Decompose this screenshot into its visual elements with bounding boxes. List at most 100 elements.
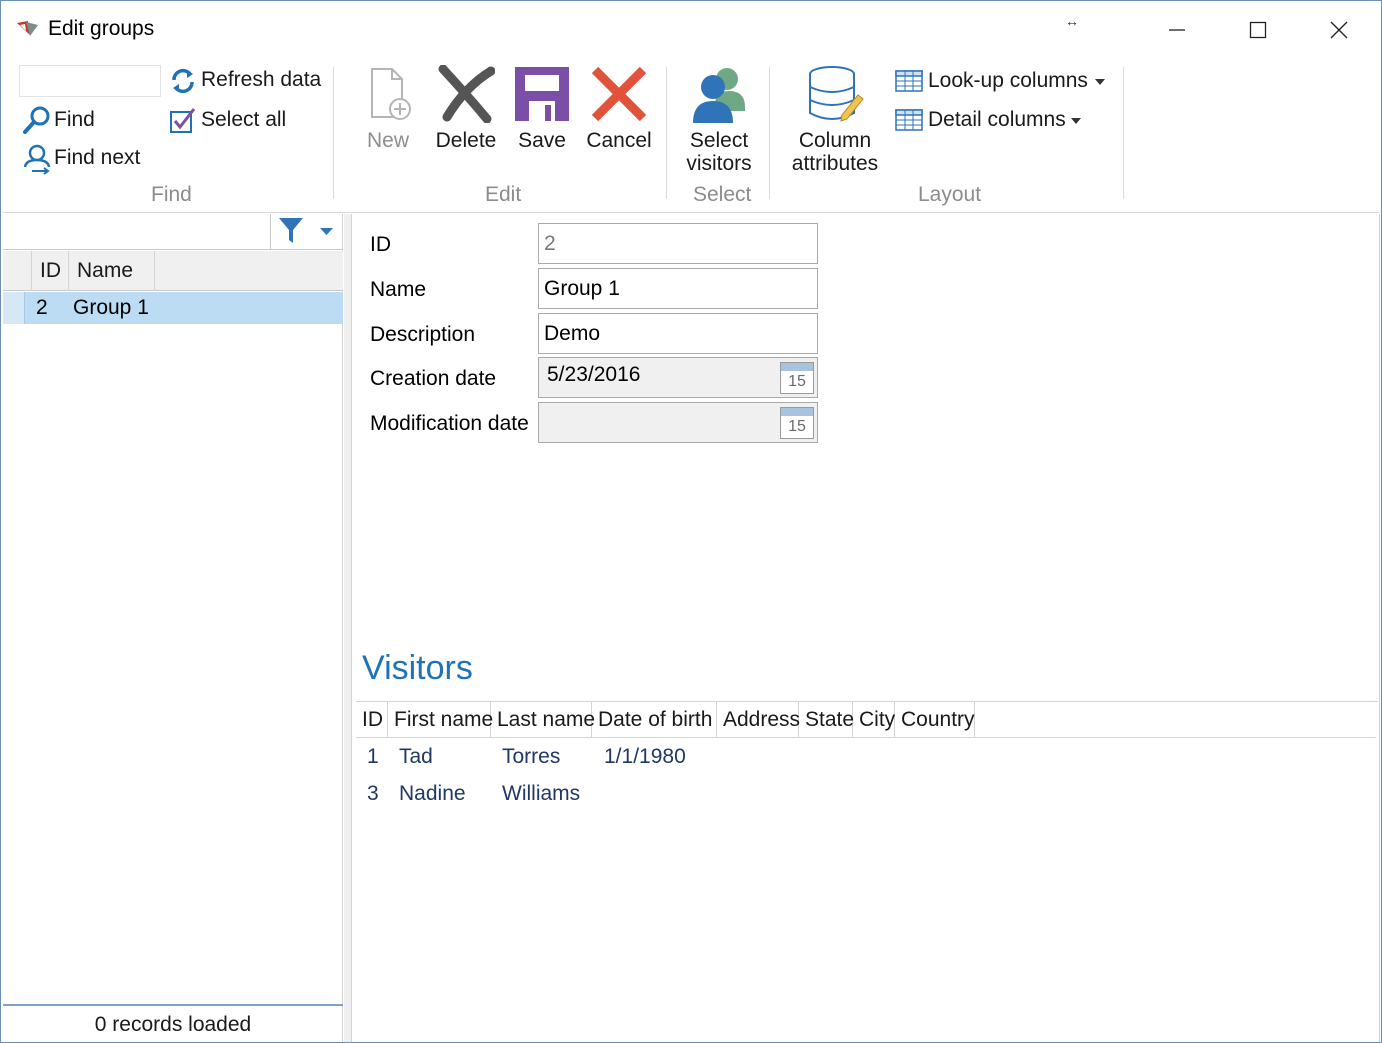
visitor-last-name: Torres: [502, 745, 561, 768]
visitors-section-title: Visitors: [362, 649, 473, 687]
find-label: Find: [54, 108, 95, 131]
close-button[interactable]: [1299, 9, 1379, 51]
minimize-button[interactable]: [1137, 9, 1217, 51]
ribbon-separator: [1123, 67, 1124, 199]
ribbon-toolbar: Refresh data Find Select all Find next F…: [3, 57, 1379, 213]
table-row[interactable]: 1 Tad Torres 1/1/1980: [356, 740, 1376, 774]
table-icon: [895, 109, 923, 131]
calendar-icon[interactable]: 15: [780, 407, 814, 439]
column-header-country[interactable]: Country: [895, 702, 975, 738]
groups-grid-header: ID Name: [3, 251, 343, 291]
layout-group-label: Layout: [918, 183, 982, 206]
description-field[interactable]: [538, 313, 818, 354]
select-all-label: Select all: [201, 108, 287, 131]
creation-date-value: 5/23/2016: [547, 363, 641, 386]
maximize-button[interactable]: [1218, 9, 1298, 51]
creation-date-label: Creation date: [370, 367, 497, 390]
find-next-label: Find next: [54, 146, 141, 169]
row-id: 2: [36, 296, 48, 319]
table-row[interactable]: 2 Group 1: [3, 292, 343, 324]
delete-button[interactable]: Delete: [431, 65, 501, 155]
find-search-input[interactable]: [19, 65, 161, 97]
lookup-columns-dropdown[interactable]: Look-up columns: [895, 65, 1111, 97]
chevron-down-icon: [320, 228, 333, 235]
table-row[interactable]: 3 Nadine Williams: [356, 777, 1376, 811]
app-logo-icon: [16, 19, 42, 44]
records-status: 0 records loaded: [3, 1004, 343, 1042]
select-all-button[interactable]: Select all: [167, 103, 307, 135]
filter-row: [3, 214, 343, 250]
floppy-disk-icon: [515, 67, 569, 121]
lookup-columns-label: Look-up columns: [928, 69, 1088, 92]
visitor-last-name: Williams: [502, 782, 581, 805]
cancel-x-icon: [591, 66, 647, 122]
checkbox-icon: [170, 108, 196, 133]
visitor-first-name: Tad: [399, 745, 433, 768]
column-header-address[interactable]: Address: [717, 702, 800, 738]
close-icon: [1330, 21, 1348, 39]
refresh-data-label: Refresh data: [201, 68, 322, 91]
new-document-icon: [371, 68, 411, 120]
detail-columns-dropdown[interactable]: Detail columns: [895, 104, 1091, 136]
cancel-label: Cancel: [586, 129, 652, 152]
visitor-first-name: Nadine: [399, 782, 466, 805]
modification-date-label: Modification date: [370, 412, 529, 435]
column-attributes-button[interactable]: Column attributes: [787, 65, 883, 175]
column-header-first-name[interactable]: First name: [388, 702, 493, 738]
calendar-icon[interactable]: 15: [780, 362, 814, 394]
find-next-icon: [23, 144, 51, 175]
chevron-down-icon: [1071, 118, 1081, 124]
creation-date-field[interactable]: 5/23/2016 15: [538, 357, 818, 398]
ribbon-separator: [666, 67, 667, 199]
visitors-grid-header: ID First name Last name Date of birth Ad…: [356, 702, 1376, 738]
visitor-id: 3: [367, 782, 379, 805]
id-field[interactable]: [538, 223, 818, 264]
delete-x-icon: [438, 65, 495, 123]
save-label: Save: [518, 129, 566, 152]
column-header-id[interactable]: ID: [32, 251, 69, 291]
visitor-id: 1: [367, 745, 379, 768]
filter-dropdown-button[interactable]: [310, 214, 343, 249]
resize-arrows-icon: ↔: [1065, 13, 1079, 29]
minimize-icon: [1169, 29, 1185, 31]
find-button[interactable]: Find: [21, 103, 121, 135]
maximize-icon: [1249, 21, 1267, 39]
column-header-date-of-birth[interactable]: Date of birth: [592, 702, 717, 738]
select-visitors-label-line1: Select: [689, 129, 749, 152]
edit-group-label: Edit: [485, 183, 522, 206]
save-button[interactable]: Save: [507, 65, 577, 155]
find-next-button[interactable]: Find next: [21, 141, 151, 175]
column-header-name[interactable]: Name: [69, 251, 155, 291]
select-visitors-button[interactable]: Select visitors: [679, 65, 759, 175]
column-header-state[interactable]: State: [799, 702, 854, 738]
visitors-grid: ID First name Last name Date of birth Ad…: [356, 701, 1378, 1041]
row-indicator-header: [3, 251, 32, 291]
description-label: Description: [370, 323, 476, 346]
column-header-city[interactable]: City: [853, 702, 895, 738]
title-bar: Edit groups ↔: [1, 1, 1381, 57]
filter-icon: [279, 218, 303, 243]
cancel-button[interactable]: Cancel: [583, 65, 655, 155]
id-label: ID: [370, 233, 391, 256]
filter-input[interactable]: [3, 214, 271, 249]
column-attributes-label-line1: Column: [798, 129, 872, 152]
refresh-data-button[interactable]: Refresh data: [167, 65, 327, 95]
visitor-date-of-birth: 1/1/1980: [604, 745, 686, 768]
edit-groups-window: Edit groups ↔ Refresh data Find Select a…: [0, 0, 1382, 1043]
right-border: [1379, 214, 1380, 1042]
modification-date-field[interactable]: 15: [538, 402, 818, 443]
database-edit-icon: [809, 66, 864, 122]
column-header-id[interactable]: ID: [356, 702, 388, 738]
users-icon: [693, 68, 745, 123]
window-title: Edit groups: [48, 17, 155, 40]
filter-button[interactable]: [273, 214, 309, 249]
name-label: Name: [370, 278, 427, 301]
name-field[interactable]: [538, 268, 818, 309]
groups-list-panel: ID Name 2 Group 1 0 records loaded: [3, 214, 343, 1042]
select-group-label: Select: [693, 183, 752, 206]
new-button[interactable]: New: [353, 65, 423, 155]
ribbon-separator: [333, 67, 334, 199]
row-indicator: [3, 292, 25, 324]
column-header-last-name[interactable]: Last name: [491, 702, 595, 738]
panel-splitter[interactable]: [344, 214, 352, 1042]
